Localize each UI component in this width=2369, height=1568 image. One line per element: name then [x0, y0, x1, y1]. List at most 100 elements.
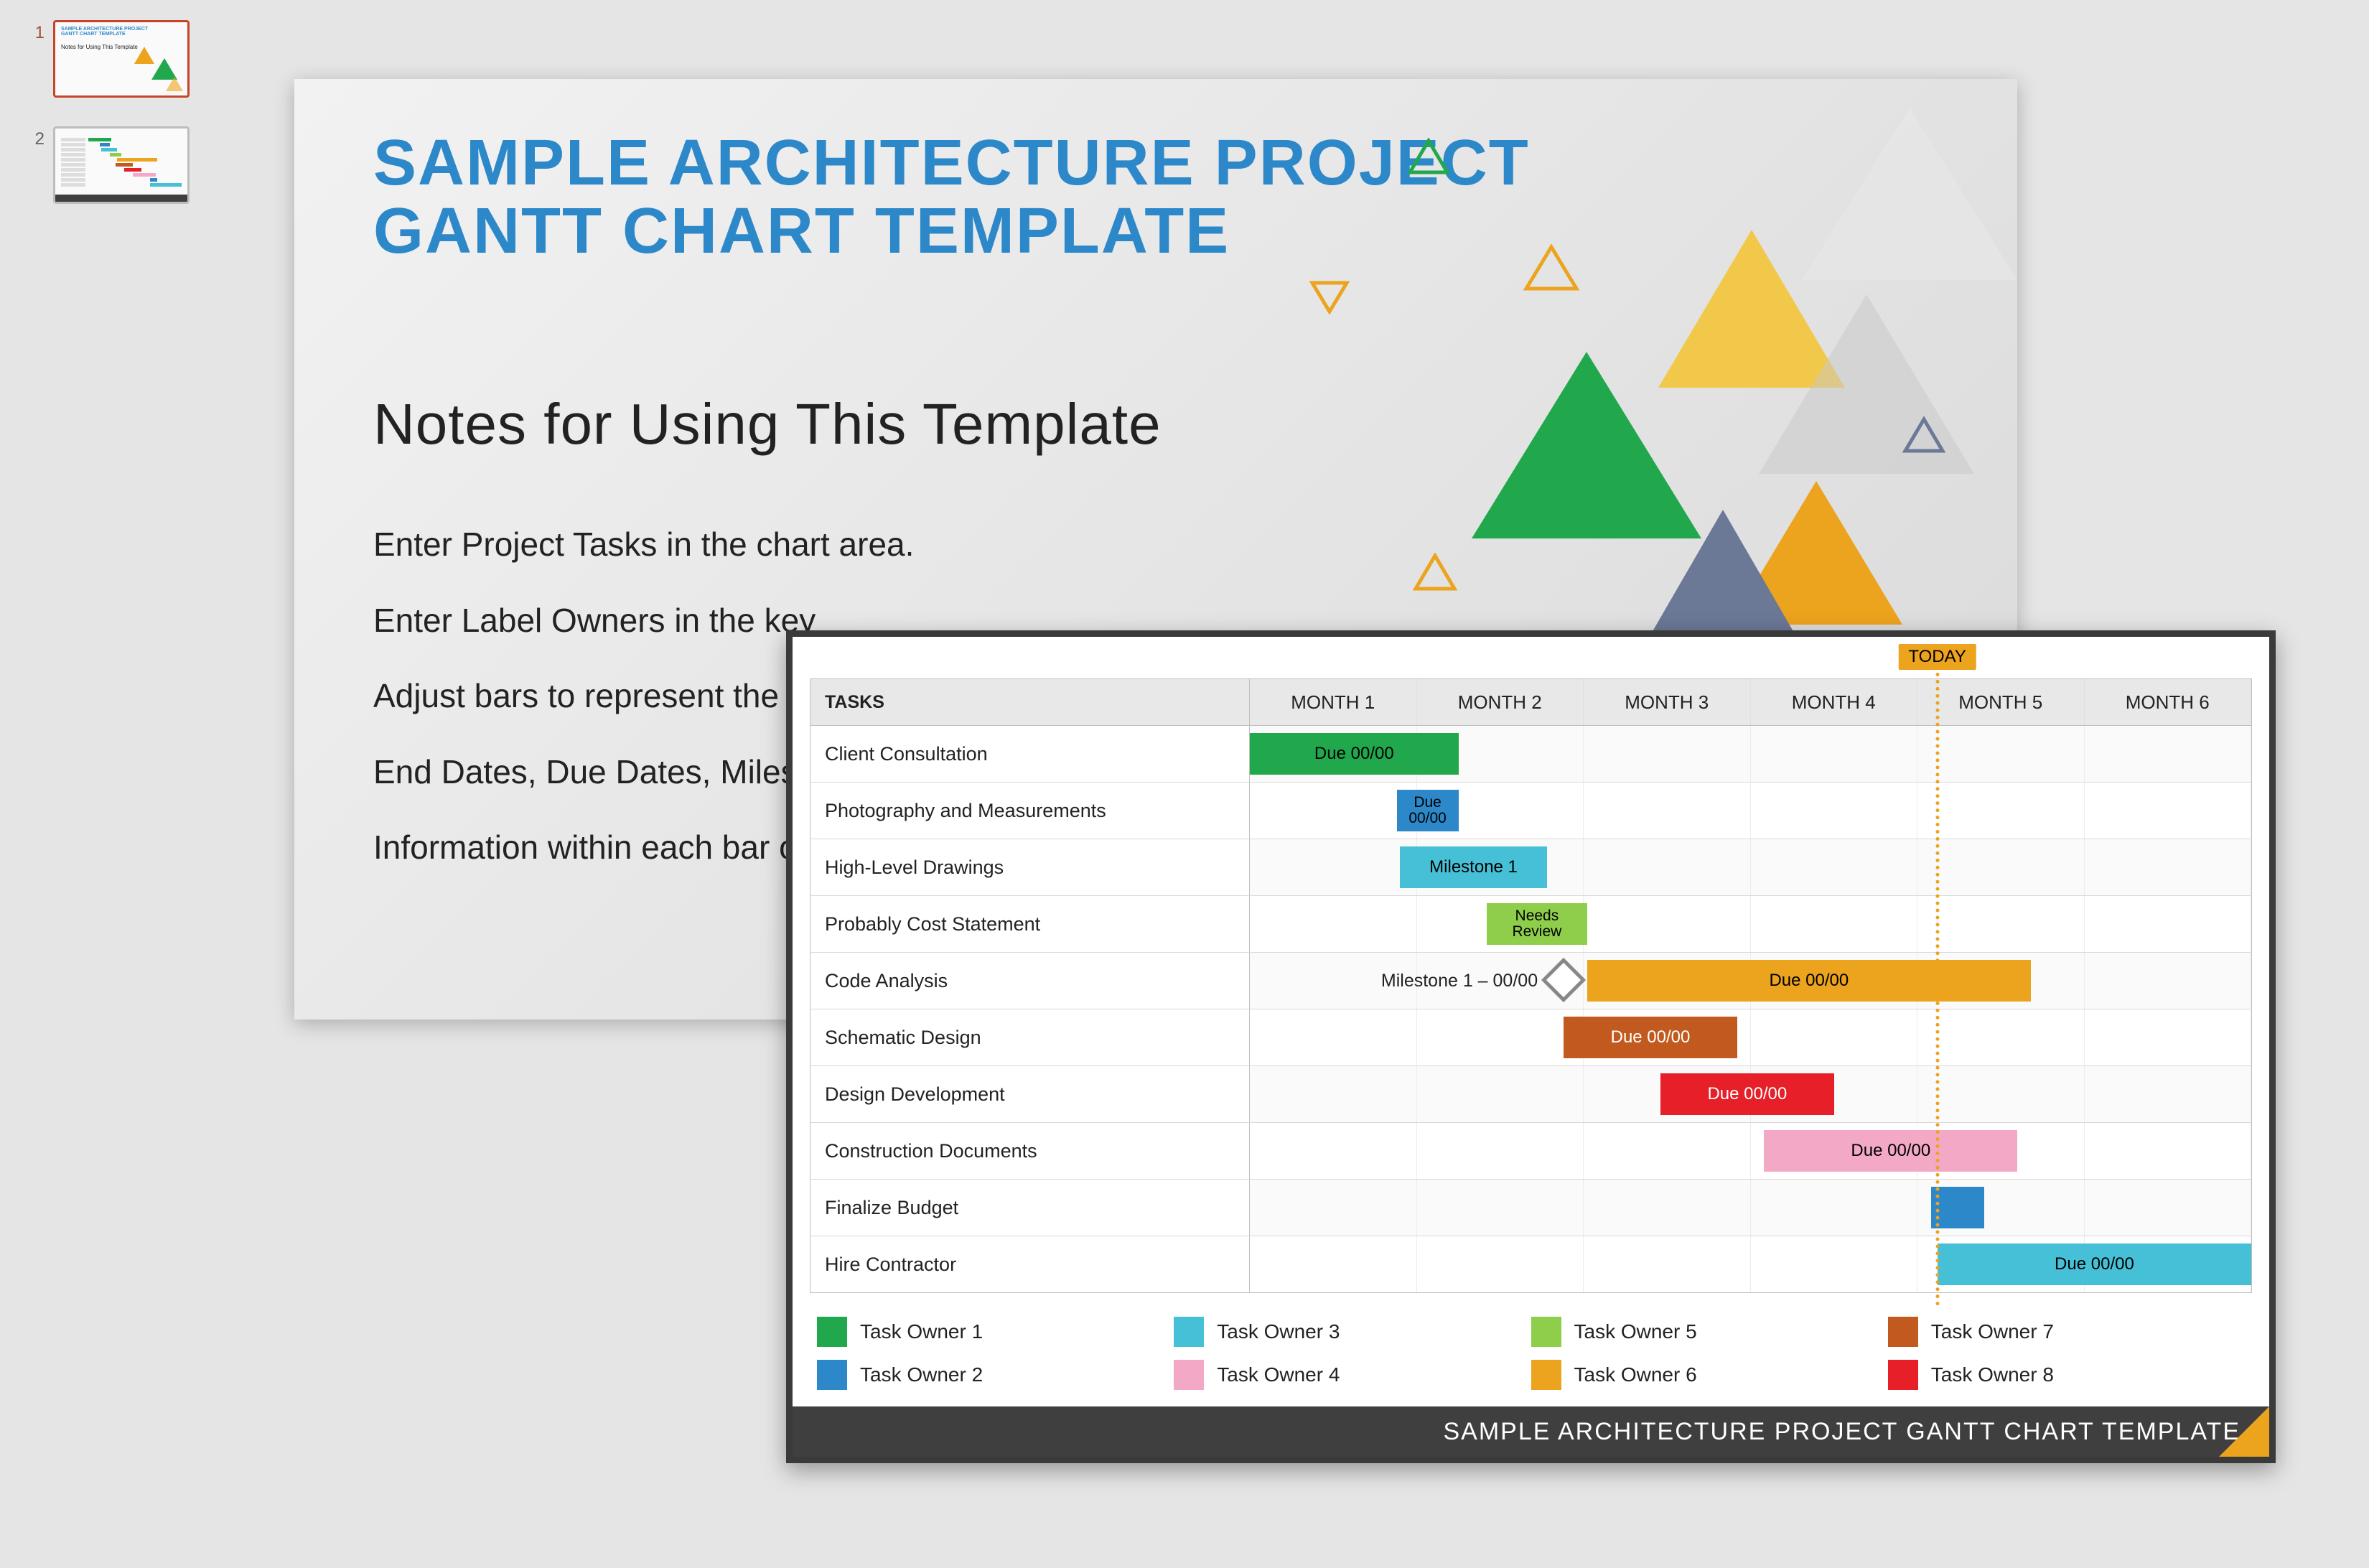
gantt-row: Code AnalysisMilestone 1 – 00/00 Due 00/0…	[810, 953, 2252, 1009]
gantt-bar[interactable]: Milestone 1	[1400, 846, 1547, 888]
chart-cell: Due 00/00	[1250, 783, 2251, 839]
month-gridlines	[1250, 896, 2251, 952]
task-name-cell: Hire Contractor	[810, 1236, 1250, 1292]
month-header: MONTH 5	[1917, 679, 2085, 725]
legend-label: Task Owner 5	[1574, 1320, 1697, 1343]
slide-subtitle[interactable]: Notes for Using This Template	[373, 391, 1162, 457]
gantt-bar[interactable]: Due 00/00	[1564, 1017, 1737, 1058]
triangle-icon	[1644, 510, 1802, 646]
triangle-outline-icon	[1413, 553, 1457, 592]
triangle-outline-icon	[1309, 280, 1350, 314]
task-name-cell: Finalize Budget	[810, 1180, 1250, 1236]
thumbnail-row-1: 1 SAMPLE ARCHITECTURE PROJECTGANTT CHART…	[23, 20, 195, 98]
triangle-icon	[1802, 108, 2017, 280]
month-gridlines	[1250, 1123, 2251, 1179]
legend-swatch	[1174, 1317, 1204, 1347]
task-name-cell: Construction Documents	[810, 1123, 1250, 1179]
slide-thumbnail-1[interactable]: SAMPLE ARCHITECTURE PROJECTGANTT CHART T…	[53, 20, 190, 98]
legend-swatch	[1888, 1317, 1918, 1347]
gantt-row: Schematic Design Due 00/00	[810, 1009, 2252, 1066]
legend-swatch	[1531, 1317, 1561, 1347]
task-name-cell: Code Analysis	[810, 953, 1250, 1009]
thumbnail-number: 2	[23, 126, 45, 149]
slide-title-line1: SAMPLE ARCHITECTURE PROJECT	[373, 127, 1530, 199]
triangle-icon	[166, 77, 183, 91]
gantt-row: High-Level DrawingsMilestone 1	[810, 839, 2252, 896]
legend-label: Task Owner 1	[860, 1320, 983, 1343]
month-header: MONTH 4	[1751, 679, 1918, 725]
gantt-bar[interactable]: Due 00/00	[1397, 790, 1459, 831]
gantt-row: Finalize Budget	[810, 1180, 2252, 1236]
legend-item: Task Owner 6	[1531, 1353, 1888, 1396]
slide-title[interactable]: SAMPLE ARCHITECTURE PROJECT GANTT CHART …	[373, 129, 1530, 265]
task-name-cell: Photography and Measurements	[810, 783, 1250, 839]
legend-swatch	[1888, 1360, 1918, 1390]
month-gridlines	[1250, 1009, 2251, 1065]
legend-label: Task Owner 8	[1931, 1363, 2054, 1386]
triangle-outline-icon	[1902, 416, 1945, 454]
slide-title-line2: GANTT CHART TEMPLATE	[373, 195, 1230, 267]
slide-thumbnail-panel: 1 SAMPLE ARCHITECTURE PROJECTGANTT CHART…	[23, 20, 195, 233]
task-name-cell: Client Consultation	[810, 726, 1250, 782]
chart-cell: Due 00/00	[1250, 726, 2251, 782]
thumbnail-number: 1	[23, 20, 45, 43]
month-header: MONTH 3	[1584, 679, 1751, 725]
legend-label: Task Owner 4	[1217, 1363, 1340, 1386]
chart-cell: Needs Review	[1250, 896, 2251, 952]
gantt-row: Hire Contractor Due 00/00	[810, 1236, 2252, 1293]
gantt-legend: Task Owner 1 Task Owner 3 Task Owner 5 Task…	[817, 1310, 2245, 1396]
gantt-row: Design Development Due 00/00	[810, 1066, 2252, 1123]
today-marker-line	[1935, 666, 1939, 1306]
gantt-header-row: TASKS MONTH 1 MONTH 2 MONTH 3 MONTH 4 MO…	[810, 678, 2252, 726]
chart-cell: Due 00/00	[1250, 1123, 2251, 1179]
task-name-cell: Schematic Design	[810, 1009, 1250, 1065]
tasks-header: TASKS	[810, 679, 1250, 725]
mini-subtitle: Notes for Using This Template	[61, 44, 138, 50]
legend-swatch	[1174, 1360, 1204, 1390]
gantt-bar[interactable]: Due 00/00	[1250, 733, 1459, 775]
gantt-bar[interactable]: Due 00/00	[1660, 1073, 1834, 1115]
chart-cell: Due 00/00	[1250, 1066, 2251, 1122]
gantt-bar[interactable]: Due 00/00	[1587, 960, 2031, 1002]
gantt-row: Photography and Measurements Due 00/00	[810, 783, 2252, 839]
triangle-outline-icon	[1523, 244, 1579, 291]
legend-item: Task Owner 7	[1888, 1310, 2245, 1353]
mini-gantt	[61, 137, 182, 189]
chart-cell	[1250, 1180, 2251, 1236]
gantt-bar[interactable]: Due 00/00	[1764, 1130, 2017, 1172]
gantt-bar[interactable]: Needs Review	[1487, 903, 1587, 945]
triangle-icon	[134, 47, 154, 64]
mini-title: SAMPLE ARCHITECTURE PROJECTGANTT CHART T…	[61, 27, 148, 37]
legend-swatch	[817, 1317, 847, 1347]
legend-label: Task Owner 2	[860, 1363, 983, 1386]
gantt-footer: SAMPLE ARCHITECTURE PROJECT GANTT CHART …	[793, 1406, 2269, 1457]
legend-item: Task Owner 8	[1888, 1353, 2245, 1396]
task-name-cell: Design Development	[810, 1066, 1250, 1122]
month-header: MONTH 2	[1417, 679, 1584, 725]
footer-accent-triangle	[2219, 1406, 2269, 1457]
milestone-pretext: Milestone 1 – 00/00	[1250, 953, 1542, 1009]
chart-cell: Due 00/00	[1250, 1236, 2251, 1292]
legend-label: Task Owner 3	[1217, 1320, 1340, 1343]
legend-item: Task Owner 4	[1174, 1353, 1531, 1396]
month-header: MONTH 6	[2085, 679, 2252, 725]
mini-footer	[55, 195, 187, 202]
gantt-table: TASKS MONTH 1 MONTH 2 MONTH 3 MONTH 4 MO…	[810, 678, 2252, 1300]
gantt-row: Construction Documents Due 00/00	[810, 1123, 2252, 1180]
triangle-outline-icon	[1407, 138, 1450, 175]
month-header: MONTH 1	[1250, 679, 1417, 725]
gantt-row: Probably Cost StatementNeeds Review	[810, 896, 2252, 953]
gantt-row: Client ConsultationDue 00/00	[810, 726, 2252, 783]
legend-item: Task Owner 2	[817, 1353, 1174, 1396]
gantt-chart-slide[interactable]: TODAY TASKS MONTH 1 MONTH 2 MONTH 3 MONT…	[786, 630, 2276, 1463]
gantt-rows: Client ConsultationDue 00/00Photography …	[810, 726, 2252, 1293]
chart-cell: Due 00/00	[1250, 1009, 2251, 1065]
legend-swatch	[817, 1360, 847, 1390]
legend-swatch	[1531, 1360, 1561, 1390]
gantt-area: TASKS MONTH 1 MONTH 2 MONTH 3 MONTH 4 MO…	[810, 678, 2252, 1300]
legend-label: Task Owner 7	[1931, 1320, 2054, 1343]
slide-thumbnail-2[interactable]	[53, 126, 190, 204]
legend-item: Task Owner 3	[1174, 1310, 1531, 1353]
gantt-bar[interactable]: Due 00/00	[1938, 1243, 2251, 1285]
legend-item: Task Owner 1	[817, 1310, 1174, 1353]
